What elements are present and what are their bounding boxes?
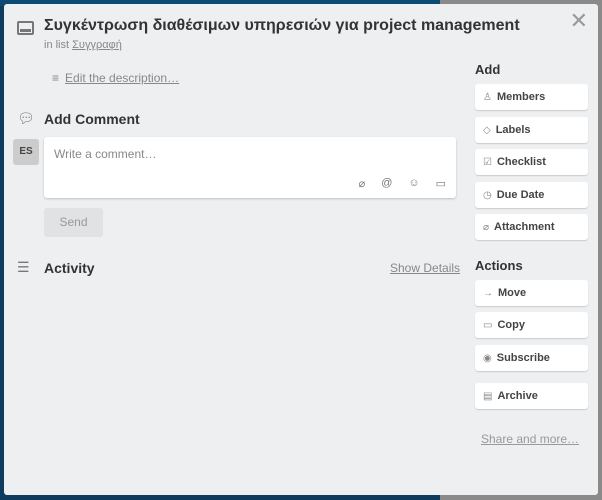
arrow-right-icon: → [483,288,493,299]
send-button[interactable]: Send [44,208,103,237]
add-heading: Add [475,62,501,77]
list-link[interactable]: Συγγραφή [72,39,122,51]
checkbox-icon: ☑ [483,157,492,168]
person-icon: ♙ [483,92,492,103]
card-icon [17,21,34,35]
close-icon[interactable]: ✕ [570,8,588,34]
share-and-more-link[interactable]: Share and more… [481,432,579,446]
activity-icon: ☰ [17,259,30,275]
card-icon: ▭ [483,320,493,331]
archive-button[interactable]: ▤ Archive [475,383,588,409]
emoji-icon[interactable]: ☺ [408,177,419,190]
due-date-button[interactable]: ◷ Due Date [475,182,588,208]
paperclip-icon: ⌀ [483,222,490,233]
description-icon: ≡ [52,71,60,85]
edit-description[interactable]: ≡ Edit the description… [52,71,179,85]
clock-icon: ◷ [483,190,492,201]
labels-button[interactable]: ◇ Labels [475,117,588,143]
move-button[interactable]: → Move [475,280,588,306]
subscribe-button[interactable]: ◉ Subscribe [475,345,588,371]
checklist-button[interactable]: ☑ Checklist [475,149,588,175]
card-link-icon[interactable]: ▭ [436,177,446,190]
list-info: in list Συγγραφή [44,39,122,51]
avatar: ES [13,139,39,165]
show-details-link[interactable]: Show Details [390,261,460,275]
archive-icon: ▤ [483,391,493,402]
eye-icon: ◉ [483,353,492,364]
attachment-button[interactable]: ⌀ Attachment [475,214,588,240]
tag-icon: ◇ [483,125,491,136]
card-title[interactable]: Συγκέντρωση διαθέσιμων υπηρεσιών για pro… [44,17,520,35]
copy-button[interactable]: ▭ Copy [475,312,588,338]
comment-input[interactable]: Write a comment… ⌀ @ ☺ ▭ [44,137,456,198]
actions-heading: Actions [475,258,523,273]
add-comment-heading: Add Comment [44,111,140,127]
members-button[interactable]: ♙ Members [475,84,588,110]
attachment-icon[interactable]: ⌀ [359,177,366,190]
mention-icon[interactable]: @ [381,177,392,190]
comment-icon: 💬︎ [17,110,35,126]
activity-heading: Activity [44,260,95,276]
card-detail-modal: ✕ Συγκέντρωση διαθέσιμων υπηρεσιών για p… [4,4,598,495]
